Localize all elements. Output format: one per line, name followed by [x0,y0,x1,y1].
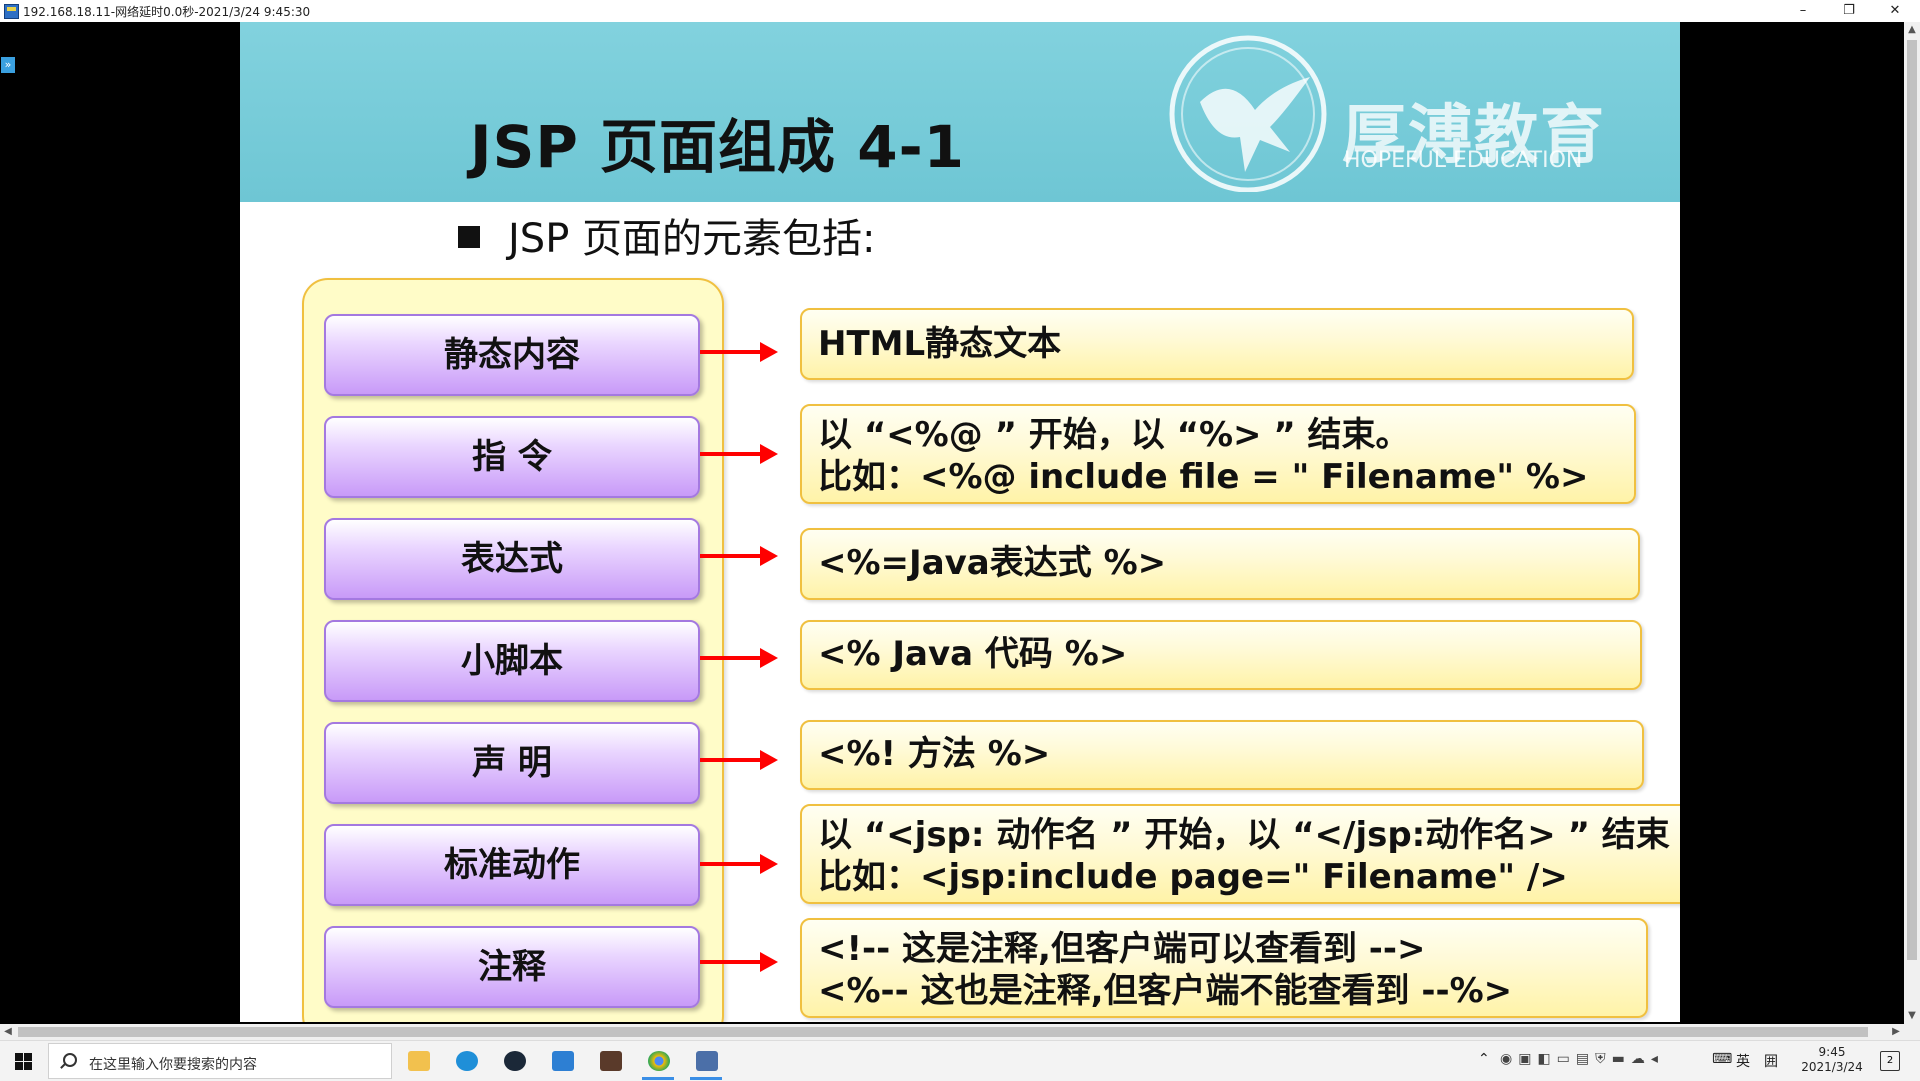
element-label-box: 表达式 [324,518,700,600]
clock-time: 9:45 [1818,1045,1846,1059]
bullet-text: JSP 页面的元素包括: [508,216,876,262]
game-icon[interactable] [590,1045,630,1077]
search-placeholder: 在这里输入你要搜索的内容 [89,1057,257,1073]
windows-logo-icon [15,1053,23,1061]
desc-line: <%-- 这也是注释,但客户端不能查看到 --%> [818,971,1513,1011]
element-desc-box: 以 “<jsp: 动作名 ” 开始，以 “</jsp:动作名> ” 结束 比如：… [800,804,1680,904]
notification-center-icon[interactable]: 2 [1880,1051,1900,1071]
element-label-box: 小脚本 [324,620,700,702]
desc-line: 比如：<jsp:include page=" Filename" /> [818,857,1568,897]
tray-icons[interactable]: ◉▣◧▭▤⛨▬☁◂ [1500,1051,1700,1067]
element-label-box: 静态内容 [324,314,700,396]
slide-title: JSP 页面组成 4-1 [470,113,966,181]
arrow-right-icon [700,342,780,362]
desc-line: 以 “<%@ ” 开始，以 “%> ” 结束。 [818,415,1410,455]
scroll-right-icon[interactable]: ▶ [1888,1024,1904,1040]
bullet-heading: JSP 页面的元素包括: [458,206,876,264]
expand-toolbar-icon[interactable]: » [1,57,15,73]
element-desc-box: 以 “<%@ ” 开始，以 “%> ” 结束。 比如：<%@ include f… [800,404,1636,504]
search-icon [63,1053,77,1067]
element-desc-box: <!-- 这是注释,但客户端可以查看到 --> <%-- 这也是注释,但客户端不… [800,918,1648,1018]
desc-line: <% Java 代码 %> [818,634,1128,674]
arrow-right-icon [700,952,780,972]
desc-line: 以 “<jsp: 动作名 ” 开始，以 “</jsp:动作名> ” 结束 [818,815,1670,855]
element-desc-box: <% Java 代码 %> [800,620,1642,690]
window-title-bar: 192.168.18.11-网络延时0.0秒-2021/3/24 9:45:30… [0,0,1920,23]
keyboard-icon[interactable]: ⌨ [1712,1051,1732,1067]
scroll-up-icon[interactable]: ▲ [1904,22,1920,38]
taskbar-search-box[interactable]: 在这里输入你要搜索的内容 [48,1043,392,1079]
ime-mode[interactable]: 囲 [1764,1051,1778,1071]
arrow-right-icon [700,546,780,566]
element-label-box: 声 明 [324,722,700,804]
element-label-box: 指 令 [324,416,700,498]
restore-button[interactable]: ❐ [1826,0,1872,22]
remote-screen: » JSP 页面组成 4-1 厚溥教育 HOPEFUL EDUCATION JS… [0,22,1920,1024]
scroll-down-icon[interactable]: ▼ [1904,1008,1920,1024]
ime-language[interactable]: 英 [1736,1051,1750,1071]
desc-line: 比如：<%@ include file = " Filename" %> [818,457,1589,497]
arrow-right-icon [700,444,780,464]
horizontal-scrollbar[interactable]: ◀ ▶ [0,1024,1920,1040]
arrow-right-icon [700,750,780,770]
steam-icon[interactable] [494,1045,534,1077]
vertical-scroll-thumb[interactable] [1907,40,1917,960]
element-desc-box: <%! 方法 %> [800,720,1644,790]
element-label-box: 注释 [324,926,700,1008]
arrow-right-icon [700,854,780,874]
horizontal-scroll-thumb[interactable] [18,1027,1868,1037]
file-explorer-icon[interactable] [398,1045,438,1077]
close-button[interactable]: ✕ [1872,0,1918,22]
app-icon[interactable] [542,1045,582,1077]
clock-date: 2021/3/24 [1801,1060,1863,1074]
remote-desktop-icon[interactable] [686,1045,726,1080]
logo-text-en: HOPEFUL EDUCATION [1344,148,1583,173]
chrome-icon[interactable] [638,1045,678,1080]
edge-icon[interactable] [446,1045,486,1077]
element-desc-box: <%=Java表达式 %> [800,528,1640,600]
remote-app-icon [4,4,19,19]
vertical-scrollbar[interactable]: ▲ ▼ [1904,22,1920,1024]
desc-line: <%! 方法 %> [818,734,1051,774]
desc-line: HTML静态文本 [818,324,1062,364]
square-bullet-icon [458,226,480,248]
arrow-right-icon [700,648,780,668]
taskbar: 在这里输入你要搜索的内容 ⌃ ◉▣◧▭▤⛨▬☁◂ ⌨ 英 囲 9:45 2021… [0,1040,1920,1081]
element-label-box: 标准动作 [324,824,700,906]
presentation-slide: JSP 页面组成 4-1 厚溥教育 HOPEFUL EDUCATION JSP … [240,22,1680,1022]
element-desc-box: HTML静态文本 [800,308,1634,380]
window-title: 192.168.18.11-网络延时0.0秒-2021/3/24 9:45:30 [23,5,311,19]
show-hidden-icons-icon[interactable]: ⌃ [1478,1051,1490,1067]
minimize-button[interactable]: – [1780,0,1826,22]
desc-line: <%=Java表达式 %> [818,543,1167,583]
taskbar-clock[interactable]: 9:45 2021/3/24 [1786,1045,1878,1075]
scroll-left-icon[interactable]: ◀ [0,1024,16,1040]
desc-line: <!-- 这是注释,但客户端可以查看到 --> [818,929,1426,969]
start-button[interactable] [0,1041,46,1081]
